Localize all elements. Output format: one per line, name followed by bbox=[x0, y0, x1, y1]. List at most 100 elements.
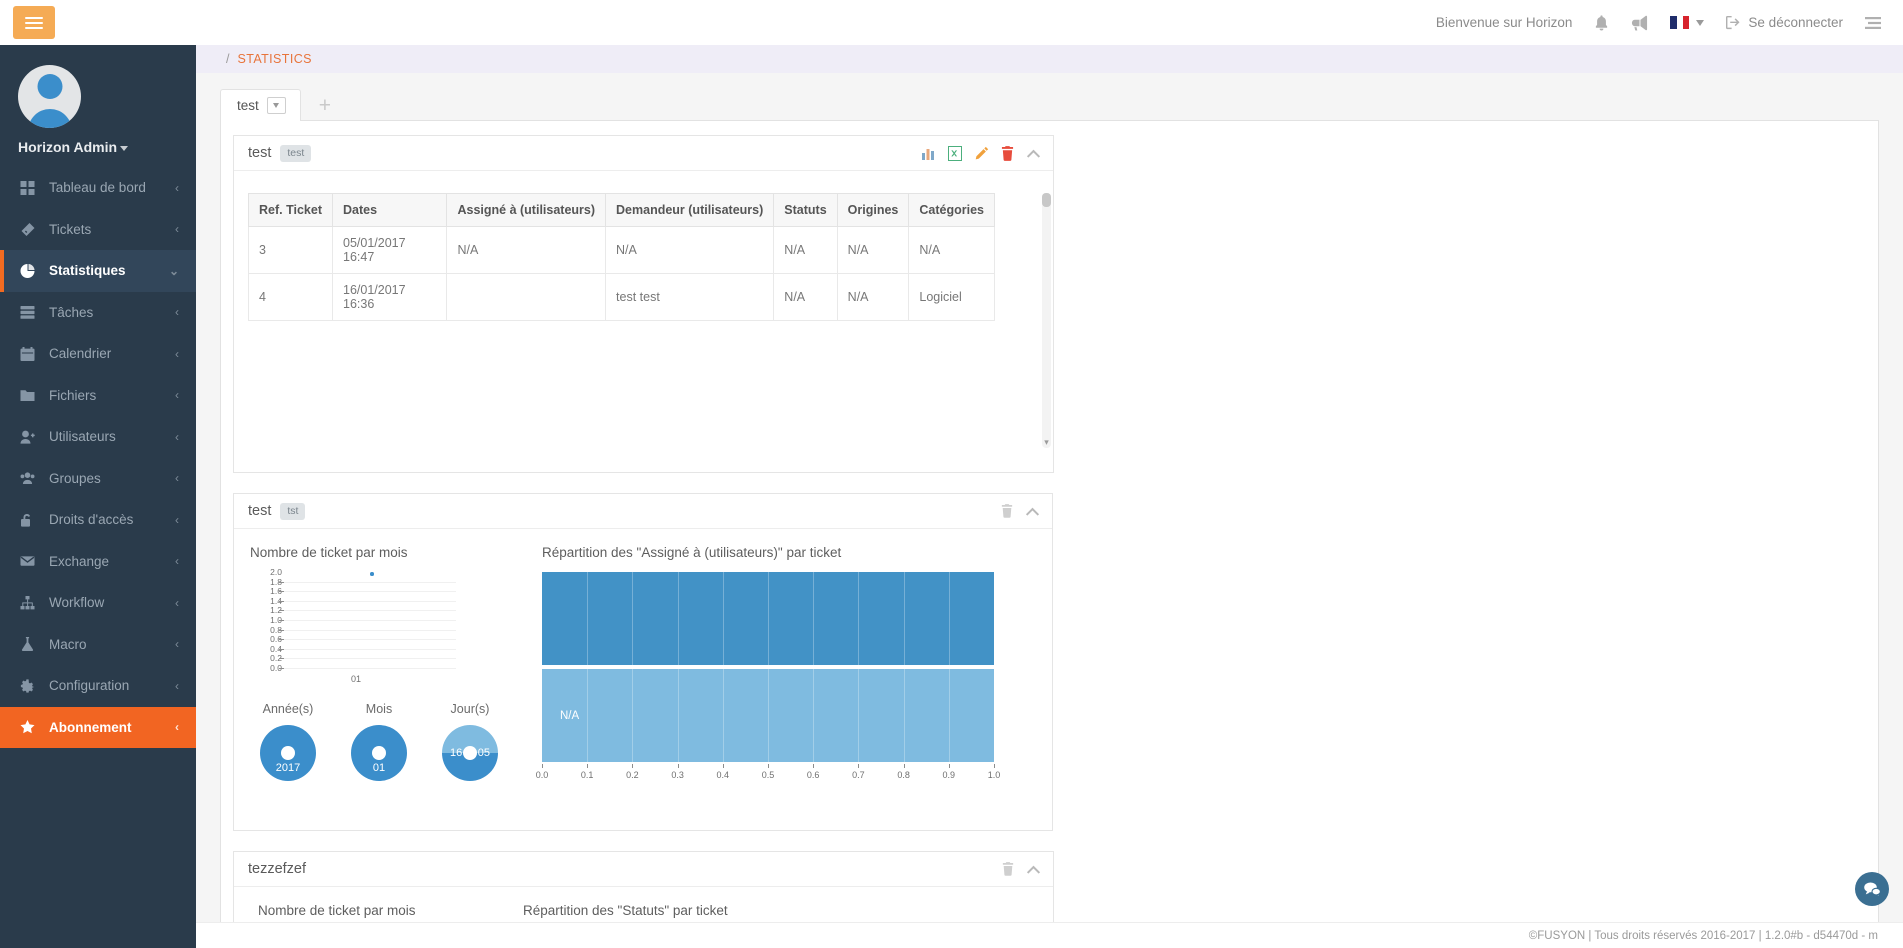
language-selector[interactable] bbox=[1670, 16, 1705, 29]
edit-icon[interactable] bbox=[974, 146, 989, 161]
card-body: Nombre de ticket par mois 2.01.81.61.41.… bbox=[234, 529, 1052, 782]
scroll-down-arrow[interactable]: ▾ bbox=[1042, 437, 1051, 448]
chevron-left-icon: ‹ bbox=[175, 305, 179, 320]
table-column-header[interactable]: Dates bbox=[331, 193, 448, 227]
table-scrollbar[interactable]: ▾ bbox=[1042, 193, 1051, 448]
excel-export-icon[interactable] bbox=[948, 145, 962, 161]
collapse-icon[interactable] bbox=[1026, 864, 1041, 875]
table-cell: 4 bbox=[248, 273, 333, 321]
bell-icon[interactable] bbox=[1594, 14, 1609, 31]
calendar-icon bbox=[20, 346, 37, 361]
sidebar-item-exchange[interactable]: Exchange ‹ bbox=[0, 541, 196, 583]
tab-test[interactable]: test bbox=[220, 89, 301, 121]
chat-bubble-icon[interactable] bbox=[1855, 872, 1889, 906]
hamburger-icon[interactable] bbox=[13, 6, 55, 39]
megaphone-icon[interactable] bbox=[1631, 15, 1648, 31]
x-tick-label: 0.0 bbox=[535, 770, 549, 780]
chevron-left-icon: ‹ bbox=[175, 595, 179, 610]
sidebar-item-macro[interactable]: Macro ‹ bbox=[0, 624, 196, 666]
x-tick-label: 0.1 bbox=[580, 770, 594, 780]
tick-mark bbox=[279, 591, 284, 593]
delete-icon[interactable] bbox=[1001, 145, 1014, 161]
sidebar-item-workflow[interactable]: Workflow ‹ bbox=[0, 582, 196, 624]
chevron-left-icon: ‹ bbox=[175, 678, 179, 693]
sidebar-item-label: Statistiques bbox=[49, 263, 126, 279]
sidebar-item-groupes[interactable]: Groupes ‹ bbox=[0, 458, 196, 500]
table-body: 3 05/01/2017 16:47 N/A N/A N/A N/A N/A 4 16/01/2… bbox=[248, 226, 995, 321]
user-plus-icon bbox=[20, 430, 37, 444]
sidebar-item-configuration[interactable]: Configuration ‹ bbox=[0, 665, 196, 707]
sidebar-profile[interactable]: Horizon Admin bbox=[0, 45, 196, 167]
sidebar: Horizon Admin Tableau de bord ‹ Tickets ‹ St… bbox=[0, 45, 196, 948]
flag-fr-icon bbox=[1670, 16, 1690, 29]
chevron-down-icon[interactable] bbox=[266, 97, 286, 114]
horizontal-bar-chart: N/A 0.0 0.1 0.2 0.3 0.4 0.5 0.6 0.7 0.8 0.9 1.0 bbox=[536, 572, 1000, 782]
sidebar-item-t-ches[interactable]: Tâches ‹ bbox=[0, 292, 196, 334]
x-tick-label: 0.6 bbox=[806, 770, 820, 780]
profile-name-dropdown[interactable]: Horizon Admin bbox=[18, 139, 196, 155]
table-column-header[interactable]: Demandeur (utilisateurs) bbox=[605, 193, 775, 227]
delete-icon[interactable] bbox=[1001, 504, 1013, 518]
sidebar-item-abonnement[interactable]: Abonnement ‹ bbox=[0, 706, 196, 748]
gridline bbox=[948, 572, 950, 665]
donut-mois: Mois 01 bbox=[351, 702, 407, 781]
breadcrumb-current[interactable]: STATISTICS bbox=[237, 52, 311, 66]
add-tab-button[interactable]: + bbox=[301, 91, 349, 120]
chart-title: Répartition des "Assigné à (utilisateurs… bbox=[542, 545, 842, 560]
sidebar-item-tableau-de-bord[interactable]: Tableau de bord ‹ bbox=[0, 167, 196, 209]
table-header-row: Ref. Ticket Dates Assigné à (utilisateurs)… bbox=[248, 193, 995, 227]
collapse-icon[interactable] bbox=[1025, 506, 1040, 517]
unlock-icon bbox=[20, 513, 37, 527]
table-column-header[interactable]: Assigné à (utilisateurs) bbox=[446, 193, 607, 227]
collapse-icon[interactable] bbox=[1026, 148, 1041, 159]
list-settings-icon[interactable] bbox=[1865, 16, 1881, 30]
x-tick-label: 1.0 bbox=[987, 770, 1001, 780]
tick-mark bbox=[279, 648, 284, 650]
table-row[interactable]: 4 16/01/2017 16:36 test test N/A N/A Logiciel bbox=[248, 273, 995, 321]
bar-segment: N/A bbox=[542, 669, 994, 762]
card-header: test tst bbox=[234, 494, 1052, 529]
chevron-left-icon: ‹ bbox=[175, 720, 179, 735]
delete-icon[interactable] bbox=[1002, 862, 1014, 876]
card-tools bbox=[922, 145, 1041, 161]
sidebar-item-label: Tickets bbox=[49, 221, 92, 237]
logout-button[interactable]: Se déconnecter bbox=[1726, 15, 1843, 30]
chart-title: Nombre de ticket par mois bbox=[250, 545, 408, 560]
sidebar-item-label: Configuration bbox=[49, 678, 130, 694]
welcome-text: Bienvenue sur Horizon bbox=[1435, 15, 1573, 30]
sidebar-item-statistiques[interactable]: Statistiques ⌄ bbox=[0, 250, 196, 292]
sidebar-item-droits-d-acc-s[interactable]: Droits d'accès ‹ bbox=[0, 499, 196, 541]
gridline bbox=[284, 581, 456, 583]
bar-chart-icon[interactable] bbox=[922, 146, 936, 160]
chevron-left-icon: ‹ bbox=[175, 429, 179, 444]
card-table: test test Ref. Ticket Dates Assigné à (u… bbox=[233, 135, 1054, 473]
statistics-table: Ref. Ticket Dates Assigné à (utilisateurs)… bbox=[248, 193, 995, 321]
star-icon bbox=[20, 720, 37, 734]
sidebar-item-fichiers[interactable]: Fichiers ‹ bbox=[0, 375, 196, 417]
tick-mark bbox=[768, 764, 769, 768]
gridline bbox=[722, 572, 724, 665]
sidebar-item-utilisateurs[interactable]: Utilisateurs ‹ bbox=[0, 416, 196, 458]
table-cell: N/A bbox=[836, 273, 910, 321]
table-column-header[interactable]: Catégories bbox=[908, 193, 995, 227]
x-tick-label: 0.2 bbox=[626, 770, 639, 780]
sidebar-item-calendrier[interactable]: Calendrier ‹ bbox=[0, 333, 196, 375]
table-column-header[interactable]: Origines bbox=[836, 193, 910, 227]
chevron-left-icon: ‹ bbox=[175, 388, 179, 403]
scrollbar-thumb[interactable] bbox=[1042, 193, 1051, 207]
x-tick-label: 0.5 bbox=[761, 770, 775, 780]
tick-mark bbox=[903, 764, 905, 768]
tick-mark bbox=[948, 764, 950, 768]
gridline bbox=[768, 669, 769, 762]
table-column-header[interactable]: Statuts bbox=[773, 193, 838, 227]
table-row[interactable]: 3 05/01/2017 16:47 N/A N/A N/A N/A N/A bbox=[248, 226, 995, 274]
table-column-header[interactable]: Ref. Ticket bbox=[248, 193, 333, 227]
chevron-down-icon bbox=[1696, 19, 1705, 26]
gridline bbox=[284, 658, 456, 660]
avatar bbox=[18, 65, 81, 128]
data-point bbox=[370, 572, 374, 576]
sidebar-item-tickets[interactable]: Tickets ‹ bbox=[0, 209, 196, 251]
table-cell: N/A bbox=[773, 226, 838, 274]
sidebar-nav: Tableau de bord ‹ Tickets ‹ Statistiques ⌄ Tâc… bbox=[0, 167, 196, 748]
chart-block-hbar: Répartition des "Assigné à (utilisateurs… bbox=[536, 545, 1001, 782]
